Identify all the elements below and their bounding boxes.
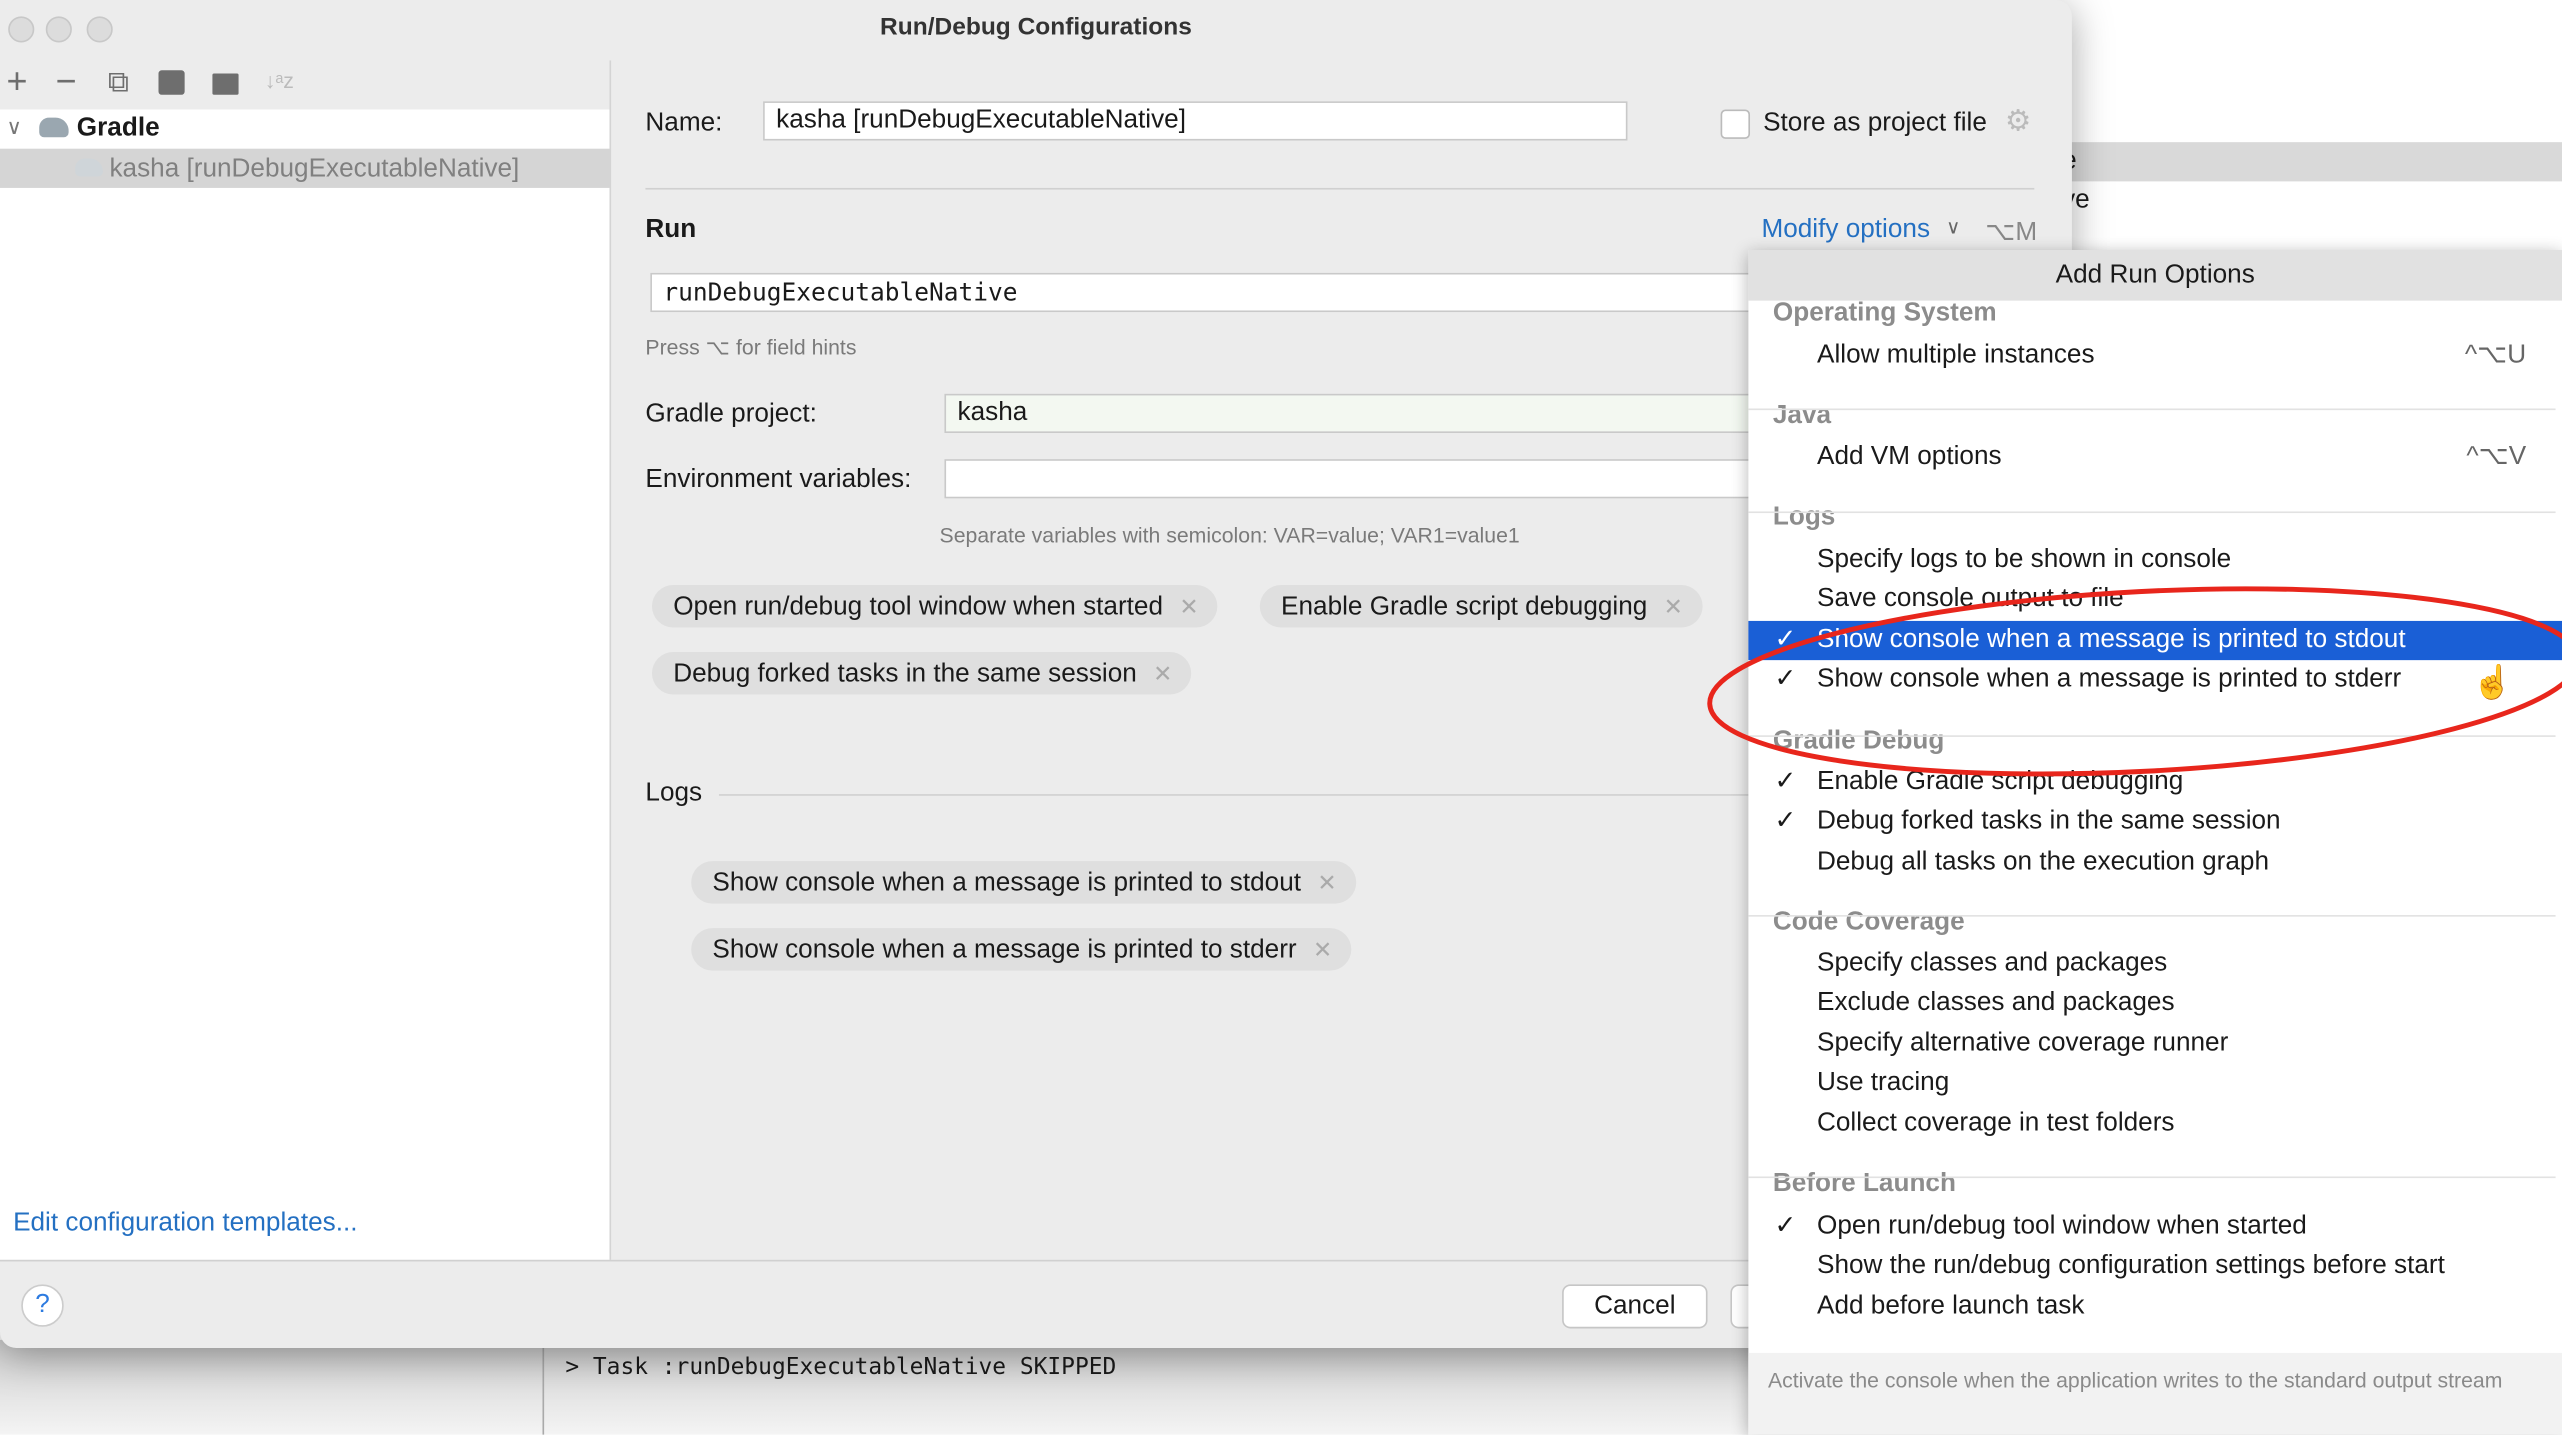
menu-item-label: Specify classes and packages bbox=[1817, 949, 2168, 978]
divider bbox=[718, 794, 1765, 796]
menu-item-label: Add VM options bbox=[1817, 442, 2002, 471]
help-button[interactable]: ? bbox=[21, 1284, 64, 1327]
log-chip[interactable]: Show console when a message is printed t… bbox=[691, 861, 1357, 904]
menu-item[interactable]: Specify classes and packages bbox=[1748, 944, 2562, 983]
env-hint: Separate variables with semicolon: VAR=v… bbox=[939, 522, 1520, 548]
menu-item-label: Allow multiple instances bbox=[1817, 341, 2095, 370]
run-command-input[interactable]: runDebugExecutableNative bbox=[650, 272, 1762, 313]
menu-item[interactable]: Collect coverage in test folders bbox=[1748, 1105, 2562, 1144]
close-icon[interactable]: ✕ bbox=[1317, 869, 1336, 895]
annotation-ellipse bbox=[1707, 586, 2562, 777]
menu-item[interactable]: Allow multiple instances ^⌥U bbox=[1748, 337, 2562, 376]
option-chip[interactable]: Enable Gradle script debugging ✕ bbox=[1259, 584, 1703, 628]
save-icon[interactable] bbox=[158, 70, 185, 95]
divider bbox=[609, 60, 612, 1260]
menu-item[interactable]: Specify alternative coverage runner bbox=[1748, 1025, 2562, 1064]
chevron-down-icon[interactable]: ∨ bbox=[7, 114, 23, 140]
close-icon[interactable]: ✕ bbox=[1179, 593, 1198, 619]
popup-title: Add Run Options bbox=[1748, 250, 2562, 301]
divider bbox=[645, 187, 2035, 190]
menu-item-label: Add before launch task bbox=[1817, 1292, 2085, 1321]
menu-item[interactable]: Exclude classes and packages bbox=[1748, 984, 2562, 1023]
add-run-options-popup: Add Run Options Operating System Java Logs… bbox=[1748, 250, 2562, 1435]
hand-cursor-icon: ☝ bbox=[2472, 665, 2513, 701]
edit-templates-link[interactable]: Edit configuration templates... bbox=[13, 1209, 357, 1238]
option-description: Activate the console when the applicatio… bbox=[1748, 1352, 2562, 1435]
background-row bbox=[2071, 142, 2562, 182]
menu-item[interactable]: Add before launch task bbox=[1748, 1288, 2562, 1327]
run-heading: Run bbox=[645, 215, 697, 244]
sort-icon[interactable]: ↓ᵃz bbox=[265, 69, 294, 94]
store-label: Store as project file bbox=[1763, 109, 1987, 138]
env-vars-input[interactable] bbox=[944, 459, 1762, 499]
menu-item[interactable]: Add VM options ^⌥V bbox=[1748, 438, 2562, 477]
menu-item-label: Open run/debug tool window when started bbox=[1817, 1212, 2307, 1241]
close-icon[interactable]: ✕ bbox=[1153, 660, 1172, 686]
gradle-icon bbox=[39, 117, 69, 138]
menu-item-label: Exclude classes and packages bbox=[1817, 988, 2175, 1017]
close-icon[interactable]: ✕ bbox=[1664, 593, 1683, 619]
chip-label: Show console when a message is printed t… bbox=[712, 869, 1302, 898]
name-label: Name: bbox=[645, 109, 723, 138]
field-hint: Press ⌥ for field hints bbox=[645, 334, 857, 360]
new-folder-icon[interactable] bbox=[212, 73, 239, 95]
name-input[interactable]: kasha [runDebugExecutableNative] bbox=[763, 101, 1628, 141]
gear-icon[interactable]: ⚙ bbox=[2005, 105, 2031, 139]
copy-icon[interactable]: ⧉ bbox=[108, 65, 129, 99]
menu-item[interactable]: Show the run/debug configuration setting… bbox=[1748, 1247, 2562, 1286]
close-icon[interactable]: ✕ bbox=[1313, 936, 1332, 962]
section-header-java: Java bbox=[1772, 401, 1832, 430]
menu-item-label: Debug forked tasks in the same session bbox=[1817, 807, 2281, 835]
section-header-before-launch: Before Launch bbox=[1772, 1169, 1956, 1198]
remove-icon[interactable]: − bbox=[56, 60, 77, 102]
menu-item[interactable]: ✓ Open run/debug tool window when started bbox=[1748, 1208, 2562, 1247]
cancel-button[interactable]: Cancel bbox=[1562, 1284, 1708, 1329]
checkmark-icon: ✓ bbox=[1774, 807, 1797, 835]
chip-label: Show console when a message is printed t… bbox=[712, 936, 1297, 965]
menu-item-label: Debug all tasks on the execution graph bbox=[1817, 848, 2270, 876]
env-vars-label: Environment variables: bbox=[645, 465, 912, 494]
option-chip[interactable]: Open run/debug tool window when started ✕ bbox=[651, 584, 1219, 628]
divider bbox=[1748, 408, 2556, 411]
modify-options-link[interactable]: Modify options bbox=[1761, 216, 1930, 245]
gradle-project-label: Gradle project: bbox=[645, 400, 817, 429]
shortcut: ^⌥V bbox=[2466, 442, 2527, 471]
logs-heading: Logs bbox=[645, 779, 703, 808]
tree-item-kasha[interactable]: kasha [runDebugExecutableNative] bbox=[109, 155, 519, 184]
chip-label: Open run/debug tool window when started bbox=[673, 593, 1163, 621]
menu-item-label: Use tracing bbox=[1817, 1068, 1950, 1097]
option-chip[interactable]: Debug forked tasks in the same session ✕ bbox=[651, 651, 1192, 695]
section-header-logs: Logs bbox=[1772, 503, 1836, 532]
console-line: > Task :runDebugExecutableNative SKIPPED bbox=[565, 1354, 1117, 1381]
menu-item-label: Specify alternative coverage runner bbox=[1817, 1029, 2229, 1058]
checkmark-icon: ✓ bbox=[1774, 1212, 1797, 1241]
add-icon[interactable]: + bbox=[7, 60, 28, 102]
chip-label: Debug forked tasks in the same session bbox=[673, 660, 1137, 688]
menu-item-label: Collect coverage in test folders bbox=[1817, 1109, 2175, 1138]
store-project-checkbox[interactable] bbox=[1720, 109, 1751, 139]
menu-item[interactable]: ✓ Debug forked tasks in the same session bbox=[1748, 802, 2562, 841]
tree-group-gradle[interactable]: Gradle bbox=[77, 114, 160, 143]
divider bbox=[1748, 915, 2556, 917]
gradle-icon bbox=[75, 158, 103, 177]
divider bbox=[1748, 511, 2556, 514]
config-tree bbox=[0, 109, 610, 1260]
menu-item[interactable]: Use tracing bbox=[1748, 1064, 2562, 1103]
menu-item-label: Show the run/debug configuration setting… bbox=[1817, 1251, 2445, 1280]
chip-label: Enable Gradle script debugging bbox=[1281, 593, 1648, 621]
divider bbox=[542, 1339, 545, 1435]
section-header-coverage: Code Coverage bbox=[1772, 908, 1965, 937]
divider bbox=[1748, 1176, 2556, 1179]
menu-item[interactable]: Debug all tasks on the execution graph bbox=[1748, 843, 2562, 882]
dialog-title: Run/Debug Configurations bbox=[880, 13, 1192, 41]
modify-shortcut: ⌥M bbox=[1985, 218, 2038, 247]
log-chip[interactable]: Show console when a message is printed t… bbox=[691, 928, 1352, 971]
shortcut: ^⌥U bbox=[2464, 341, 2527, 370]
chevron-down-icon: ∨ bbox=[1946, 215, 1961, 239]
gradle-project-input[interactable]: kasha bbox=[944, 393, 1762, 434]
section-header-os: Operating System bbox=[1772, 299, 1997, 327]
